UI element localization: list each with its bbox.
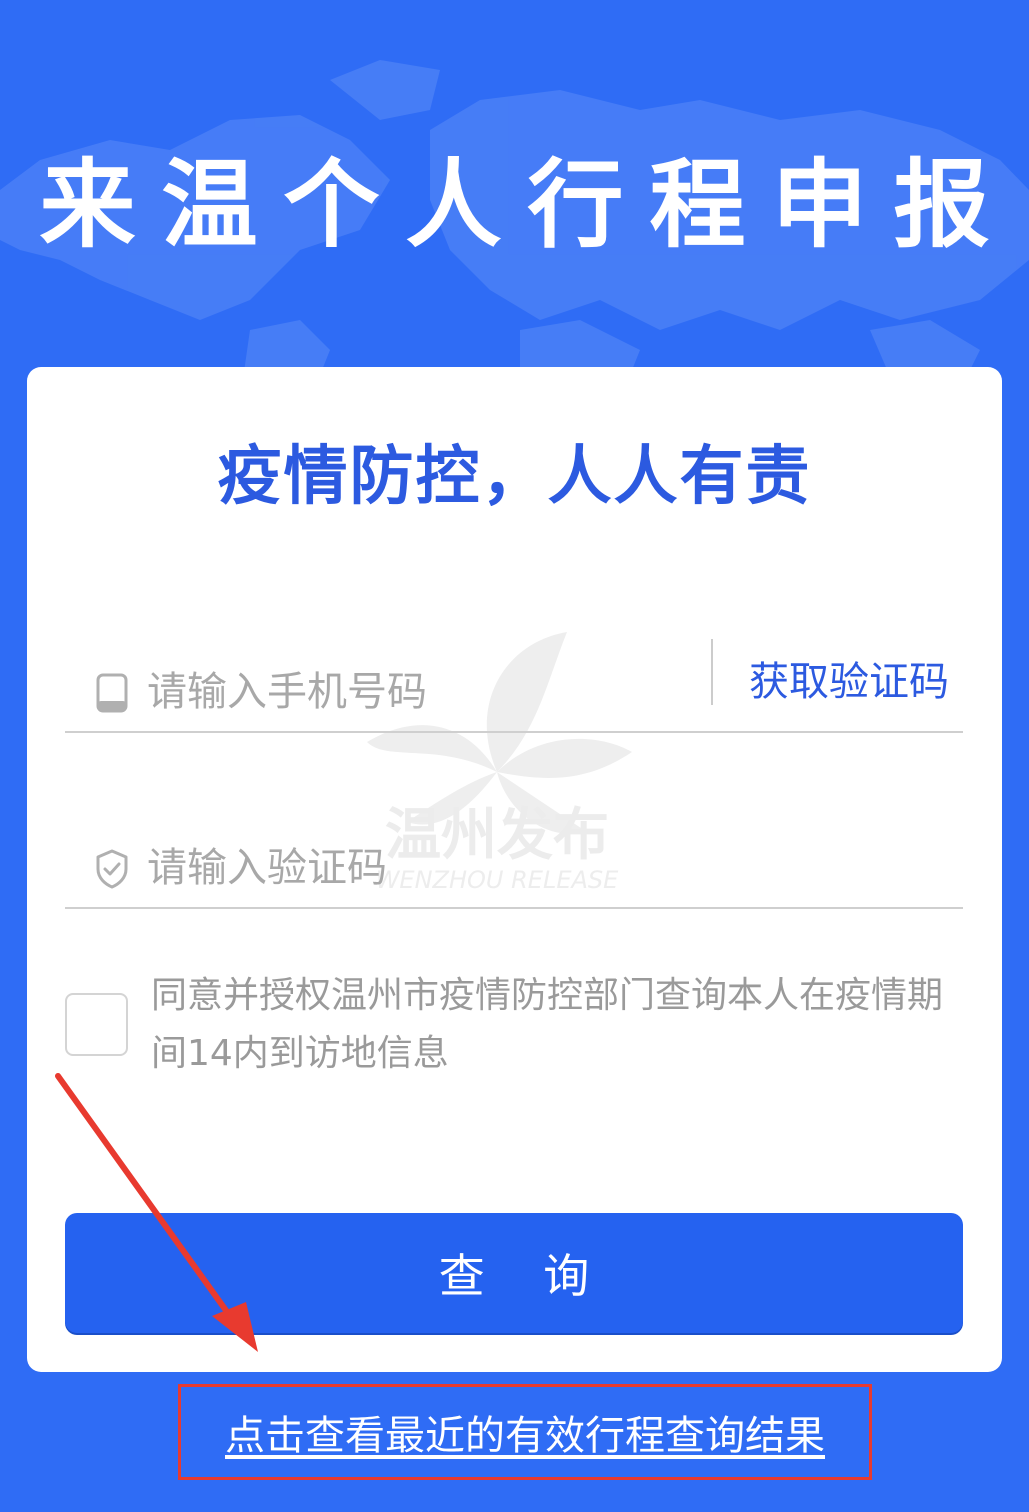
slogan: 疫情防控，人人有责 — [217, 440, 812, 514]
phone-field: 获取验证码 — [65, 627, 963, 733]
code-field — [65, 803, 963, 909]
page-title: 来温个人行程申报 — [39, 149, 1016, 261]
agree-text: 同意并授权温州市疫情防控部门查询本人在疫情期间14内到访地信息 — [151, 975, 944, 1074]
recent-result-link[interactable]: 点击查看最近的有效行程查询结果 — [181, 1387, 869, 1477]
phone-icon — [96, 673, 128, 713]
code-input[interactable] — [147, 833, 707, 903]
phone-input[interactable] — [147, 657, 707, 727]
agree-checkbox[interactable] — [65, 993, 128, 1056]
result-link-highlight: 点击查看最近的有效行程查询结果 — [178, 1384, 872, 1480]
get-code-button[interactable]: 获取验证码 — [749, 649, 949, 707]
shield-check-icon — [96, 849, 128, 889]
field-divider — [711, 639, 713, 705]
form-card: 疫情防控，人人有责 温州发布 WENZHOU RELEASE 获取验证码 同意并… — [27, 367, 1002, 1372]
query-button[interactable]: 查 询 — [65, 1213, 963, 1333]
